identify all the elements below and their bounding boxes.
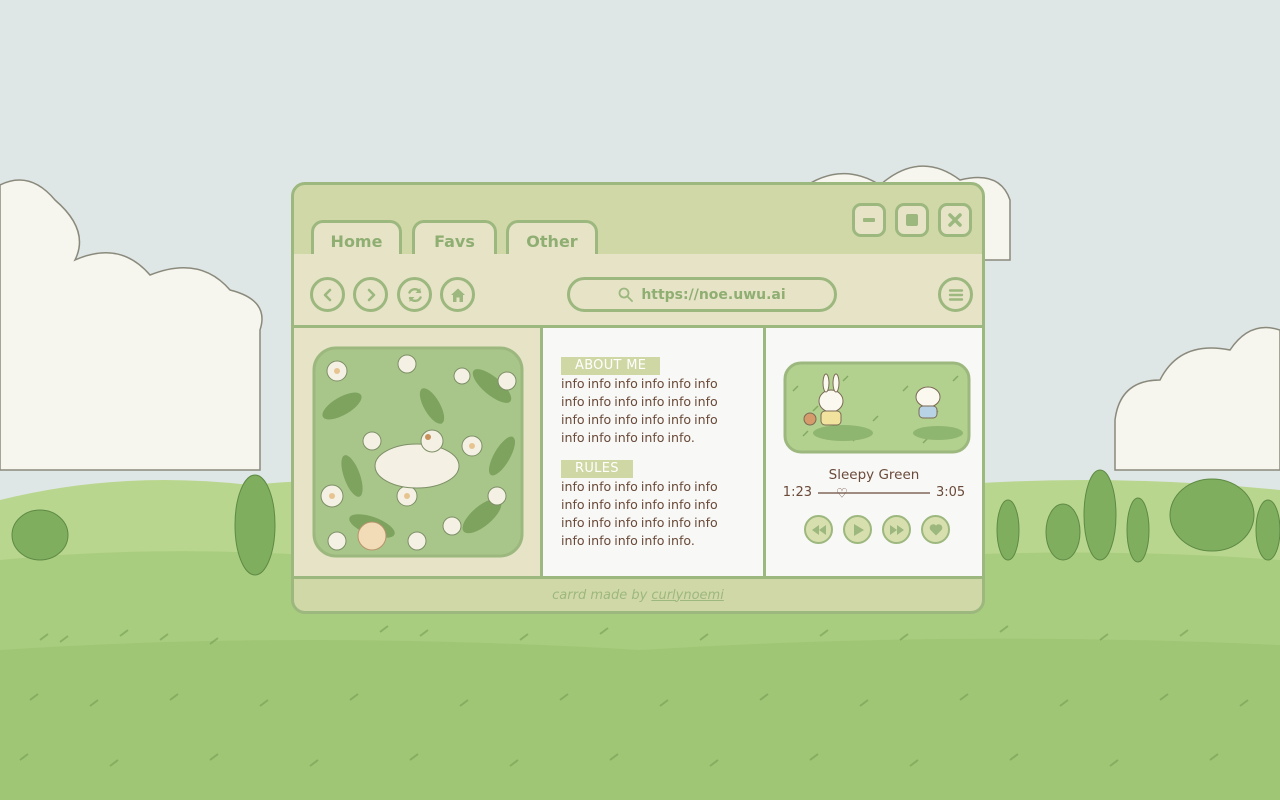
song-title: Sleepy Green [828,467,920,483]
flower-illustration [312,346,524,558]
home-button[interactable] [440,277,475,312]
play-icon [853,523,864,536]
rewind-icon [811,524,826,535]
music-player: Sleepy Green 1:23 ♡ 3:05 [766,328,982,576]
url-text: https://noe.uwu.ai [641,286,786,303]
menu-button[interactable] [938,277,973,312]
tab-favs[interactable]: Favs [412,220,497,256]
about-me-text: info info info info info info info info … [561,376,718,445]
fast-forward-button[interactable] [882,515,911,544]
refresh-icon [407,287,422,302]
browser-window: Home Favs Other https://noe.uwu.ai ABOUT… [291,182,985,614]
close-icon [948,213,962,227]
tab-other[interactable]: Other [506,220,598,256]
album-art [783,361,971,454]
info-panel: ABOUT ME info info info info info info i… [543,328,766,576]
tab-home-label: Home [330,232,383,251]
tab-home[interactable]: Home [311,220,402,256]
progress-heart-icon[interactable]: ♡ [836,486,848,500]
fast-forward-icon [889,524,904,535]
refresh-button[interactable] [397,277,432,312]
tab-other-label: Other [526,232,578,251]
about-me-heading: ABOUT ME [561,357,661,375]
image-panel [294,328,543,576]
tab-favs-label: Favs [434,232,475,251]
author-link[interactable]: curlynoemi [651,588,724,603]
progress-row: 1:23 ♡ 3:05 [766,485,982,500]
play-button[interactable] [843,515,872,544]
back-icon [323,288,331,301]
forward-button[interactable] [353,277,388,312]
progress-slider[interactable]: ♡ [818,486,930,500]
heart-icon [929,524,942,536]
minimize-icon [863,218,875,222]
address-bar[interactable]: https://noe.uwu.ai [567,277,837,312]
close-button[interactable] [938,203,972,237]
footer: carrd made by curlynoemi [294,576,982,611]
rewind-button[interactable] [804,515,833,544]
rules-text: info info info info info info info info … [561,479,718,548]
search-icon [618,287,634,302]
home-icon [450,288,465,302]
like-button[interactable] [921,515,950,544]
footer-prefix: carrd made by [552,587,648,603]
back-button[interactable] [310,277,345,312]
total-time: 3:05 [936,485,966,500]
hamburger-menu-icon [948,288,963,301]
toolbar: https://noe.uwu.ai [294,254,982,328]
current-time: 1:23 [782,485,812,500]
minimize-button[interactable] [852,203,886,237]
maximize-icon [906,214,918,226]
maximize-button[interactable] [895,203,929,237]
forward-icon [367,288,375,301]
rules-heading: RULES [561,460,633,478]
